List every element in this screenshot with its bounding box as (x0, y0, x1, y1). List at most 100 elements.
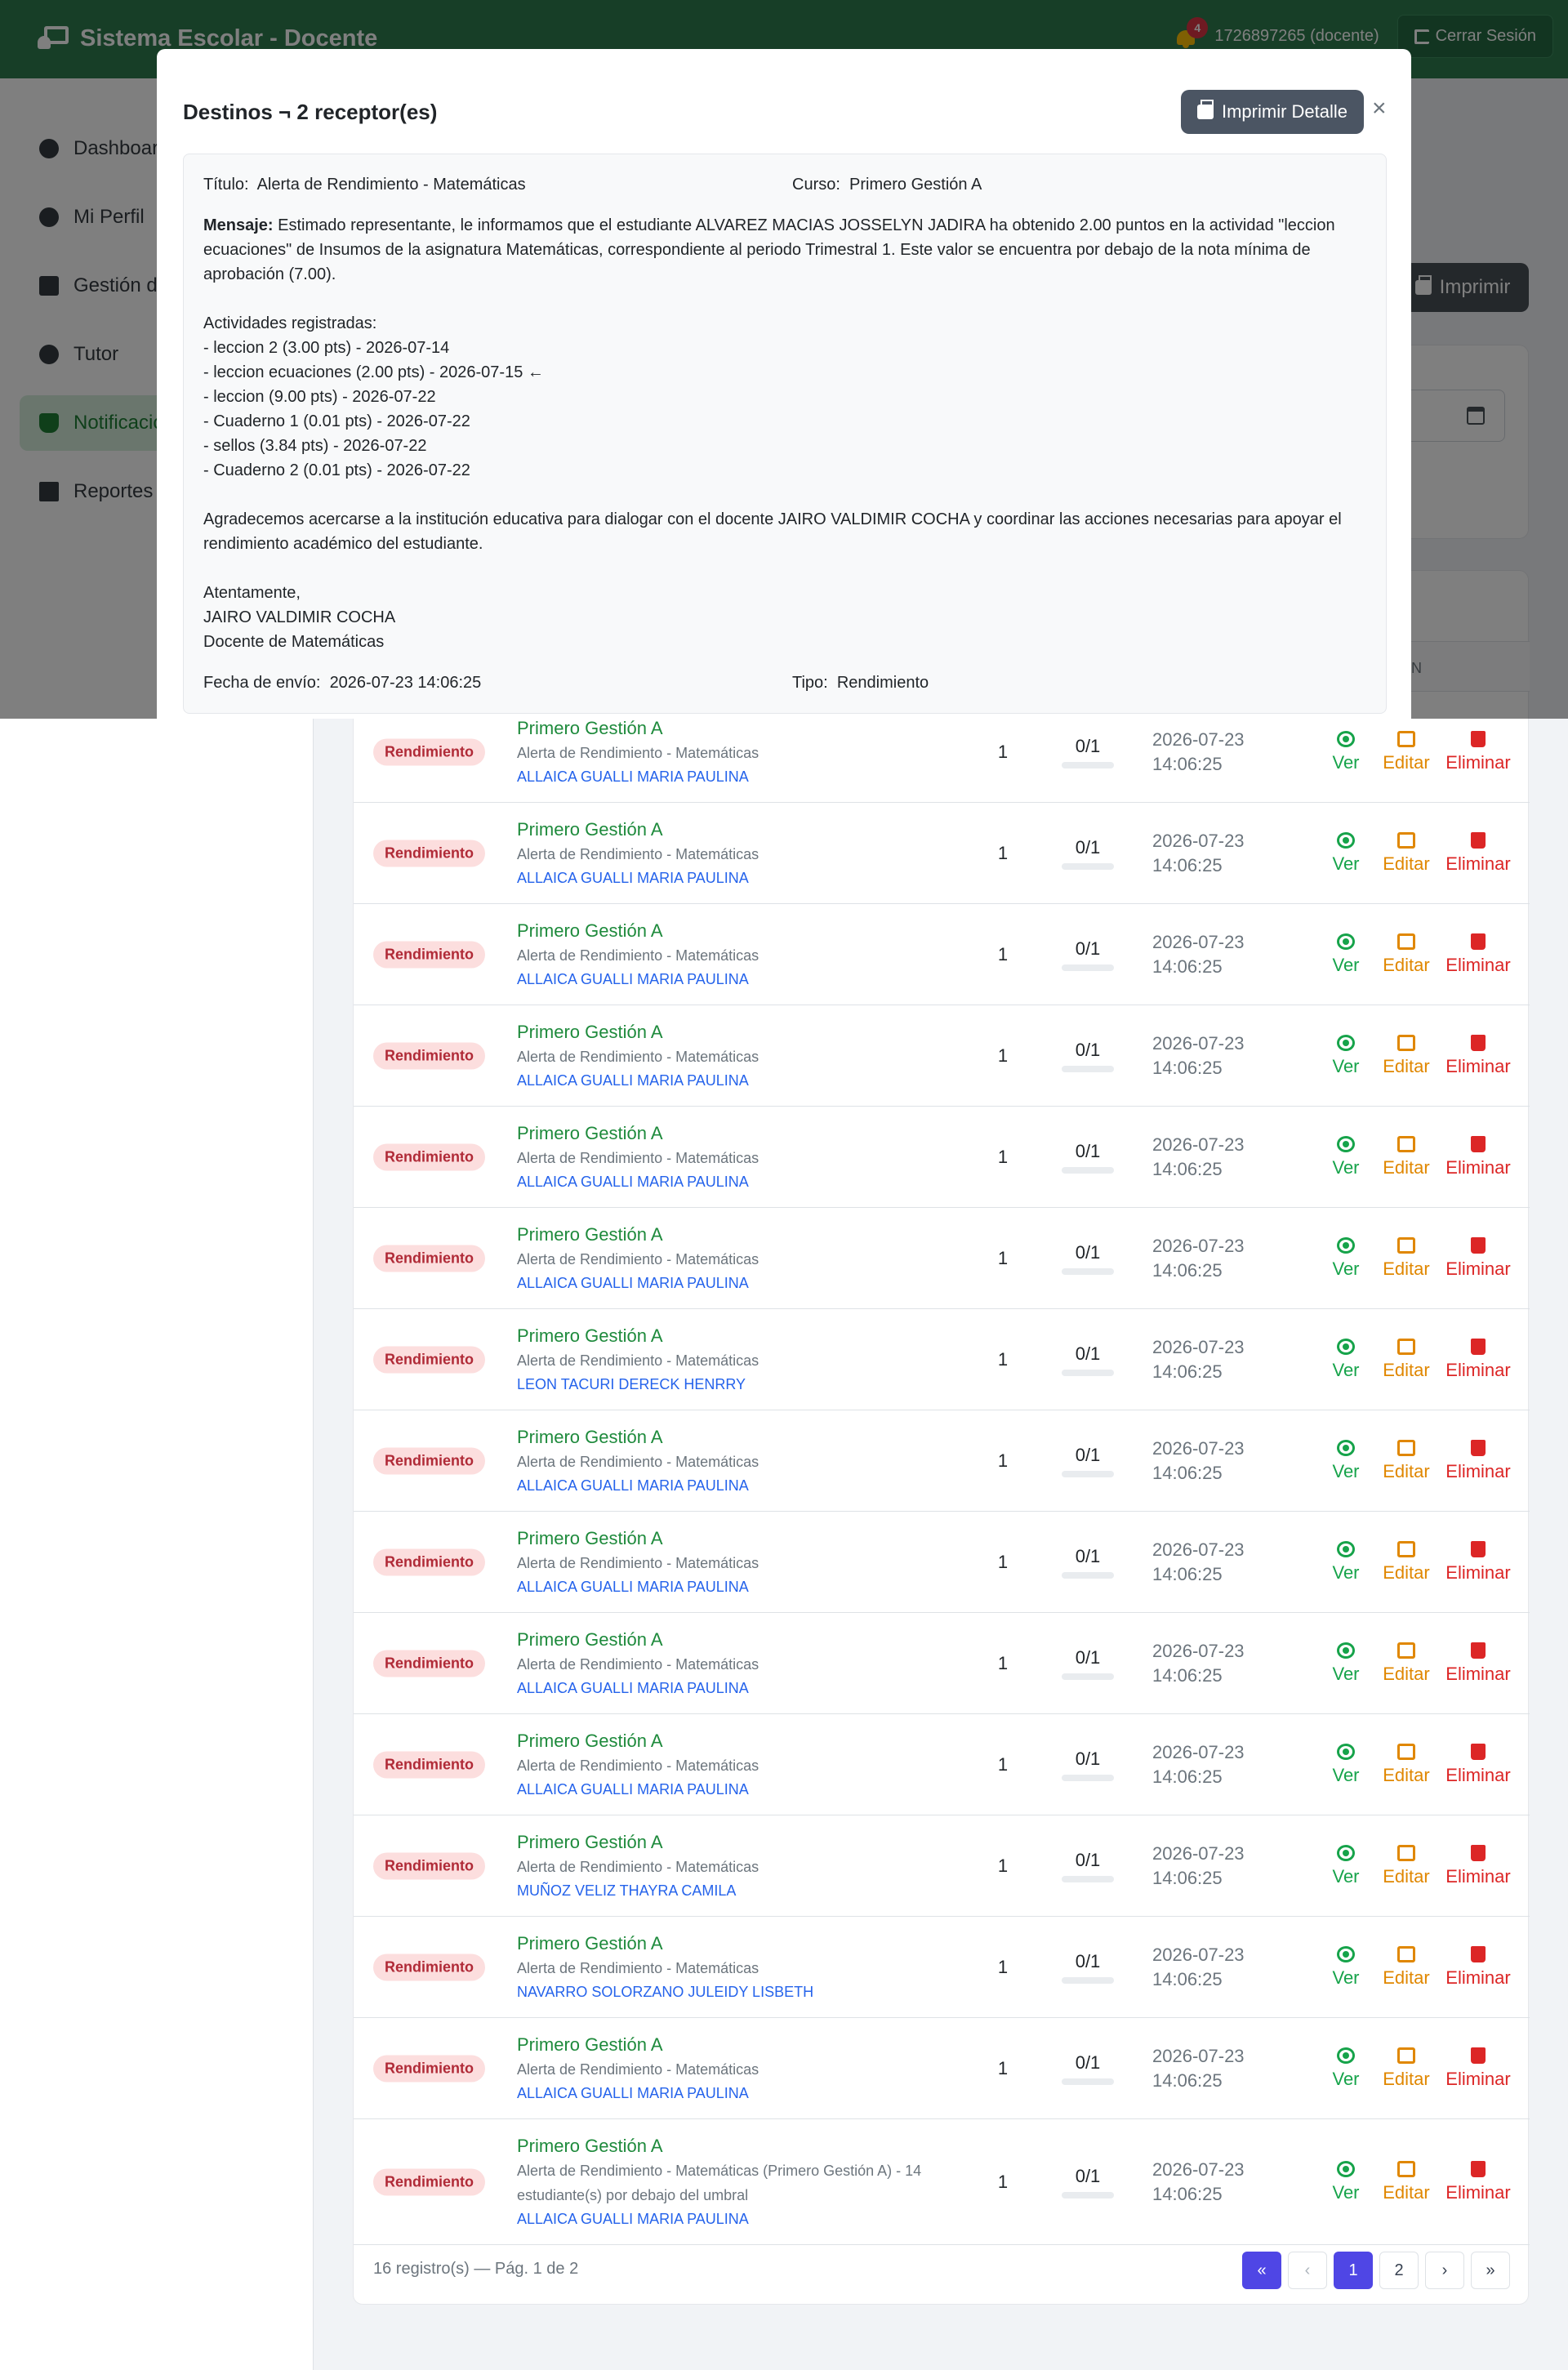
edit-button[interactable]: Editar (1378, 1338, 1435, 1381)
edit-button[interactable]: Editar (1378, 831, 1435, 875)
view-button[interactable]: Ver (1325, 1540, 1366, 1584)
student-link[interactable]: NAVARRO SOLORZANO JULEIDY LISBETH (517, 1980, 974, 2003)
recipients-count: 1 (997, 1348, 1009, 1370)
last-page-button[interactable]: » (1471, 2252, 1510, 2289)
delete-button[interactable]: Eliminar (1441, 1236, 1515, 1280)
delete-button[interactable]: Eliminar (1441, 1743, 1515, 1786)
view-button[interactable]: Ver (1325, 1034, 1366, 1077)
delete-button[interactable]: Eliminar (1441, 1540, 1515, 1584)
sent-date-day: 2026-07-23 (1152, 2045, 1245, 2066)
student-link[interactable]: ALLAICA GUALLI MARIA PAULINA (517, 2207, 974, 2230)
student-link[interactable]: ALLAICA GUALLI MARIA PAULINA (517, 1272, 974, 1294)
view-button[interactable]: Ver (1325, 933, 1366, 976)
read-progress-bar (1062, 1774, 1114, 1781)
delete-label: Eliminar (1446, 1156, 1511, 1178)
read-progress-bar (1062, 1065, 1114, 1072)
view-button[interactable]: Ver (1325, 1236, 1366, 1280)
edit-button[interactable]: Editar (1378, 2047, 1435, 2090)
sent-date: 2026-07-23 14:06:25 (1152, 930, 1299, 979)
edit-button[interactable]: Editar (1378, 1034, 1435, 1077)
fecha-label: Fecha de envío: (203, 674, 321, 692)
view-button[interactable]: Ver (1325, 2160, 1366, 2203)
read-ratio: 0/1 (1075, 1646, 1101, 1668)
sent-date-time: 14:06:25 (1152, 753, 1223, 774)
student-link[interactable]: ALLAICA GUALLI MARIA PAULINA (517, 2082, 974, 2105)
view-button[interactable]: Ver (1325, 1945, 1366, 1989)
read-status: 0/1 (1059, 837, 1116, 870)
read-status: 0/1 (1059, 1951, 1116, 1984)
view-button[interactable]: Ver (1325, 1135, 1366, 1178)
view-button[interactable]: Ver (1325, 730, 1366, 773)
edit-button[interactable]: Editar (1378, 1135, 1435, 1178)
student-link[interactable]: ALLAICA GUALLI MARIA PAULINA (517, 1170, 974, 1193)
course-name: Primero Gestión A (517, 1021, 663, 1042)
student-link[interactable]: ALLAICA GUALLI MARIA PAULINA (517, 1778, 974, 1801)
eye-icon (1337, 1540, 1355, 1557)
student-link[interactable]: LEON TACURI DERECK HENRRY (517, 1373, 974, 1396)
close-icon[interactable]: × (1372, 96, 1387, 121)
edit-button[interactable]: Editar (1378, 933, 1435, 976)
delete-button[interactable]: Eliminar (1441, 1945, 1515, 1989)
edit-button[interactable]: Editar (1378, 1844, 1435, 1887)
page-1-button[interactable]: 1 (1334, 2252, 1373, 2289)
delete-button[interactable]: Eliminar (1441, 831, 1515, 875)
titulo-field: Título: Alerta de Rendimiento - Matemáti… (203, 176, 526, 194)
student-link[interactable]: ALLAICA GUALLI MARIA PAULINA (517, 1474, 974, 1497)
student-link[interactable]: ALLAICA GUALLI MARIA PAULINA (517, 1069, 974, 1092)
notification-title: Alerta de Rendimiento - Matemáticas (517, 744, 760, 761)
notification-title: Alerta de Rendimiento - Matemáticas (517, 1757, 760, 1774)
sent-date-day: 2026-07-23 (1152, 1741, 1245, 1762)
student-link[interactable]: ALLAICA GUALLI MARIA PAULINA (517, 765, 974, 788)
view-button[interactable]: Ver (1325, 2047, 1366, 2090)
student-link[interactable]: ALLAICA GUALLI MARIA PAULINA (517, 1575, 974, 1598)
edit-button[interactable]: Editar (1378, 1945, 1435, 1989)
type-badge: Rendimiento (373, 1751, 486, 1778)
student-link[interactable]: ALLAICA GUALLI MARIA PAULINA (517, 866, 974, 889)
delete-button[interactable]: Eliminar (1441, 730, 1515, 773)
sent-date-time: 14:06:25 (1152, 1057, 1223, 1078)
delete-button[interactable]: Eliminar (1441, 1439, 1515, 1482)
first-page-button[interactable]: « (1242, 2252, 1281, 2289)
delete-button[interactable]: Eliminar (1441, 933, 1515, 976)
view-button[interactable]: Ver (1325, 1439, 1366, 1482)
table-row: Rendimiento Primero Gestión A Alerta de Re… (354, 1917, 1530, 2018)
delete-button[interactable]: Eliminar (1441, 2047, 1515, 2090)
delete-button[interactable]: Eliminar (1441, 1135, 1515, 1178)
print-detail-button[interactable]: Imprimir Detalle (1181, 90, 1364, 134)
delete-button[interactable]: Eliminar (1441, 1338, 1515, 1381)
view-button[interactable]: Ver (1325, 1642, 1366, 1685)
edit-label: Editar (1383, 1561, 1430, 1583)
student-link[interactable]: MUÑOZ VELIZ THAYRA CAMILA (517, 1879, 974, 1902)
trash-icon (1471, 730, 1486, 747)
sent-date-time: 14:06:25 (1152, 1867, 1223, 1888)
prev-page-button[interactable]: ‹ (1288, 2252, 1327, 2289)
view-label: Ver (1332, 954, 1360, 975)
course-name: Primero Gestión A (517, 1527, 663, 1548)
edit-button[interactable]: Editar (1378, 1439, 1435, 1482)
view-button[interactable]: Ver (1325, 831, 1366, 875)
edit-button[interactable]: Editar (1378, 1540, 1435, 1584)
edit-button[interactable]: Editar (1378, 730, 1435, 773)
edit-icon (1397, 2160, 1415, 2177)
view-button[interactable]: Ver (1325, 1844, 1366, 1887)
delete-button[interactable]: Eliminar (1441, 2160, 1515, 2203)
trash-icon (1471, 1236, 1486, 1254)
delete-button[interactable]: Eliminar (1441, 1844, 1515, 1887)
delete-button[interactable]: Eliminar (1441, 1642, 1515, 1685)
view-button[interactable]: Ver (1325, 1338, 1366, 1381)
edit-label: Editar (1383, 1865, 1430, 1887)
edit-button[interactable]: Editar (1378, 2160, 1435, 2203)
next-page-button[interactable]: › (1425, 2252, 1464, 2289)
edit-button[interactable]: Editar (1378, 1642, 1435, 1685)
student-link[interactable]: ALLAICA GUALLI MARIA PAULINA (517, 1677, 974, 1700)
read-progress-bar (1062, 964, 1114, 971)
notification-info: Primero Gestión A Alerta de Rendimiento -… (517, 1121, 974, 1193)
student-link[interactable]: ALLAICA GUALLI MARIA PAULINA (517, 968, 974, 991)
edit-icon (1397, 2047, 1415, 2064)
view-button[interactable]: Ver (1325, 1743, 1366, 1786)
delete-button[interactable]: Eliminar (1441, 1034, 1515, 1077)
tipo-label: Tipo: (792, 674, 828, 692)
edit-button[interactable]: Editar (1378, 1743, 1435, 1786)
page-2-button[interactable]: 2 (1379, 2252, 1419, 2289)
edit-button[interactable]: Editar (1378, 1236, 1435, 1280)
